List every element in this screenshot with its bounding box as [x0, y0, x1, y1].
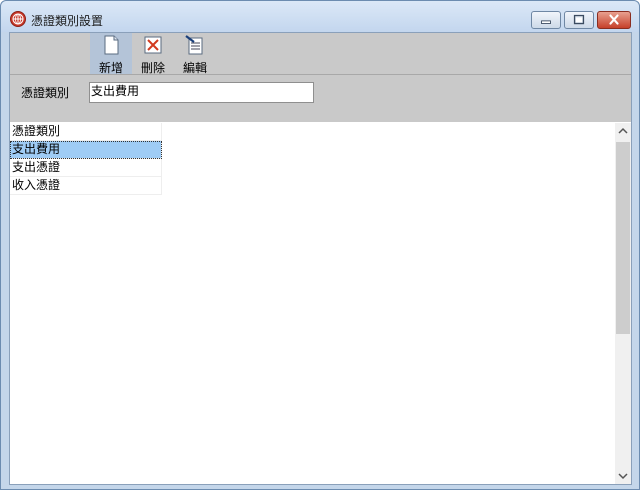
- close-button[interactable]: [597, 11, 631, 29]
- edit-document-icon: [185, 35, 203, 55]
- grid-header[interactable]: 憑證類別: [10, 123, 162, 141]
- scrollbar-thumb[interactable]: [616, 142, 630, 334]
- new-button[interactable]: 新增: [90, 33, 132, 75]
- scroll-up-icon[interactable]: [615, 123, 631, 140]
- new-document-icon: [104, 35, 119, 55]
- minimize-icon: [541, 20, 551, 24]
- table-row[interactable]: 支出憑證: [10, 159, 162, 177]
- close-icon: [609, 14, 619, 25]
- category-input[interactable]: 支出費用: [89, 82, 314, 103]
- maximize-button[interactable]: [564, 11, 594, 29]
- delete-button[interactable]: 刪除: [132, 33, 174, 75]
- app-globe-icon: [10, 11, 26, 27]
- category-grid: 憑證類別 支出費用 支出憑證 收入憑證: [10, 123, 615, 484]
- category-label: 憑證類別: [21, 86, 70, 100]
- edit-button[interactable]: 編輯: [174, 33, 216, 75]
- vertical-scrollbar[interactable]: [615, 123, 631, 484]
- maximize-icon: [573, 14, 585, 25]
- delete-icon: [144, 36, 162, 54]
- toolbar: 新增 刪除 編輯: [10, 33, 631, 75]
- title-bar[interactable]: 憑證類別設置: [1, 1, 639, 32]
- scroll-down-icon[interactable]: [615, 467, 631, 484]
- app-window: 憑證類別設置 新增 刪除 編輯 憑證類別 支出費用 憑證類別 支出費用 支出憑證…: [0, 0, 640, 490]
- client-area: 新增 刪除 編輯 憑證類別 支出費用 憑證類別 支出費用 支出憑證 收入憑證: [9, 32, 632, 485]
- form-panel: 憑證類別 支出費用: [10, 74, 631, 122]
- window-title: 憑證類別設置: [31, 14, 104, 28]
- table-row[interactable]: 收入憑證: [10, 177, 162, 195]
- table-row[interactable]: 支出費用: [10, 141, 162, 159]
- minimize-button[interactable]: [531, 11, 561, 29]
